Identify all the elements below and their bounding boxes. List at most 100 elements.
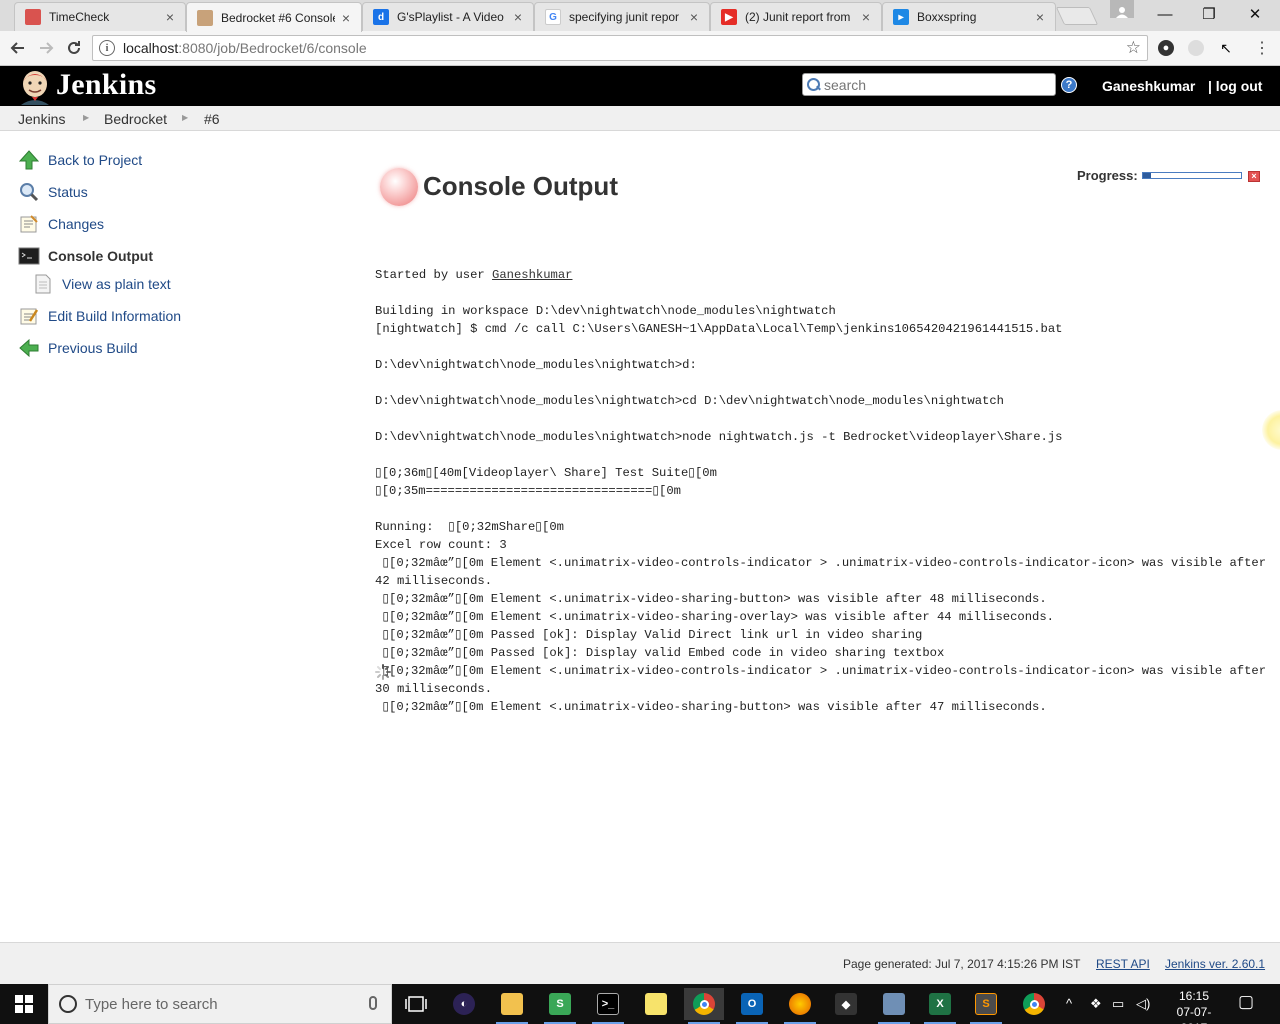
git-icon: ◆ <box>835 993 857 1015</box>
console-line: Running: ▯[0;32mShare▯[0m <box>375 520 564 534</box>
document-icon <box>32 273 54 295</box>
taskbar-search-box[interactable]: Type here to search <box>48 984 392 1024</box>
taskbar-eclipse[interactable]: ◐ <box>444 988 484 1020</box>
taskbar-git[interactable]: ◆ <box>826 988 866 1020</box>
dropbox-icon[interactable]: ❖ <box>1090 996 1102 1012</box>
reload-button[interactable] <box>62 37 86 59</box>
console-line: ▯[0;32mâœ”▯[0m Element <.unimatrix-video… <box>375 664 1267 678</box>
sidebar-item-console-output[interactable]: Console Output <box>18 245 153 267</box>
close-window-button[interactable]: ✕ <box>1232 0 1278 28</box>
browser-tab-strip: TimeCheck × Bedrocket #6 Console × d G's… <box>0 0 1280 32</box>
jenkins-butler-logo-icon[interactable] <box>18 69 52 105</box>
close-tab-icon[interactable]: × <box>163 9 177 25</box>
sidebar-item-status[interactable]: Status <box>18 181 88 203</box>
jenkins-search-box[interactable] <box>802 73 1056 96</box>
search-icon <box>807 77 821 92</box>
extension-disabled-icon[interactable] <box>1188 40 1204 56</box>
user-link[interactable]: Ganeshkumar <box>1102 78 1195 94</box>
minimize-button[interactable]: — <box>1142 0 1188 28</box>
magnifier-icon <box>18 181 40 203</box>
windows-start-button[interactable] <box>0 984 48 1024</box>
close-tab-icon[interactable]: × <box>339 10 353 26</box>
task-view-icon <box>405 996 427 1012</box>
browser-tab-bedrocket-console[interactable]: Bedrocket #6 Console × <box>186 2 362 32</box>
tab-label: Bedrocket #6 Console <box>221 10 335 25</box>
taskbar-excel[interactable]: X <box>920 988 960 1024</box>
windows-taskbar: Type here to search ◐ S >_ O ◆ X S ^ ❖ ▭… <box>0 984 1280 1024</box>
show-hidden-icons-icon[interactable]: ^ <box>1066 996 1072 1011</box>
taskbar-chrome-2[interactable] <box>1014 988 1054 1020</box>
volume-icon[interactable]: ◁) <box>1136 996 1150 1012</box>
jenkins-header: Jenkins ? Ganeshkumar | log out <box>0 66 1280 106</box>
sidebar-item-edit-build-information[interactable]: Edit Build Information <box>18 305 181 327</box>
extension-icon[interactable]: ● <box>1158 40 1174 56</box>
microphone-icon[interactable] <box>369 996 377 1010</box>
progress-label: Progress: <box>1077 168 1138 183</box>
profile-icon[interactable] <box>1110 0 1134 18</box>
maximize-button[interactable]: ❐ <box>1186 0 1232 28</box>
taskbar-outlook[interactable]: O <box>732 988 772 1024</box>
breadcrumb-bedrocket[interactable]: Bedrocket <box>104 111 167 127</box>
system-clock[interactable]: 16:15 07-07-2017 <box>1164 988 1224 1024</box>
extension-cursor-icon[interactable]: ↖ <box>1218 40 1234 56</box>
taskbar-firefox[interactable] <box>780 988 820 1024</box>
chrome-icon <box>693 993 715 1015</box>
sidebar-item-label: Console Output <box>48 248 153 264</box>
console-line: ▯[0;32mâœ”▯[0m Passed [ok]: Display vali… <box>375 646 945 660</box>
help-icon[interactable]: ? <box>1061 77 1077 93</box>
taskbar-sublime-text[interactable]: S <box>966 988 1006 1024</box>
breadcrumb-jenkins[interactable]: Jenkins <box>18 111 65 127</box>
site-info-icon[interactable]: i <box>99 40 115 56</box>
sidebar-item-previous-build[interactable]: Previous Build <box>18 337 138 359</box>
network-icon[interactable]: ▭ <box>1112 996 1124 1012</box>
abort-build-icon[interactable]: × <box>1248 171 1260 182</box>
console-line: ▯[0;35m===============================▯[… <box>375 484 681 498</box>
breadcrumb-build-6[interactable]: #6 <box>204 111 220 127</box>
task-view-button[interactable] <box>396 988 436 1020</box>
google-favicon-icon: G <box>545 9 561 25</box>
console-line: 30 milliseconds. <box>375 682 493 696</box>
taskbar-chrome[interactable] <box>684 988 724 1024</box>
browser-tab-junit-report[interactable]: ▶ (2) Junit report from × <box>710 2 882 31</box>
console-line: ▯[0;32mâœ”▯[0m Element <.unimatrix-video… <box>375 700 1047 714</box>
sublime-text-icon: S <box>975 993 997 1015</box>
sidebar-item-changes[interactable]: Changes <box>18 213 104 235</box>
back-button[interactable] <box>6 37 30 59</box>
taskbar-file-explorer[interactable] <box>492 988 532 1024</box>
taskbar-command-prompt[interactable]: >_ <box>588 988 628 1024</box>
outlook-icon: O <box>741 993 763 1015</box>
new-tab-button[interactable] <box>1055 7 1099 25</box>
console-line: D:\dev\nightwatch\node_modules\nightwatc… <box>375 394 1004 408</box>
logout-link[interactable]: | log out <box>1208 78 1262 94</box>
search-input[interactable] <box>824 76 1044 93</box>
youtube-favicon-icon: ▶ <box>721 9 737 25</box>
close-tab-icon[interactable]: × <box>687 9 701 25</box>
bookmark-star-icon[interactable]: ☆ <box>1126 38 1141 58</box>
rest-api-link[interactable]: REST API <box>1096 957 1150 971</box>
jenkins-version-link[interactable]: Jenkins ver. 2.60.1 <box>1165 957 1265 971</box>
browser-tab-timecheck[interactable]: TimeCheck × <box>14 2 186 31</box>
forward-button[interactable] <box>34 37 58 59</box>
sidebar-item-label: Changes <box>48 216 105 232</box>
browser-tab-boxxspring[interactable]: ▸ Boxxspring × <box>882 2 1056 31</box>
close-tab-icon[interactable]: × <box>1033 9 1047 25</box>
taskbar-remote-desktop[interactable] <box>874 988 914 1024</box>
browser-tab-specifying-junit[interactable]: G specifying junit repor × <box>534 2 710 31</box>
taskbar-sticky-notes[interactable] <box>636 988 676 1020</box>
remote-desktop-icon <box>883 993 905 1015</box>
sidebar-item-view-plain-text[interactable]: View as plain text <box>32 273 171 295</box>
address-bar[interactable]: i localhost:8080/job/Bedrocket/6/console… <box>92 35 1148 61</box>
sidebar-item-back-to-project[interactable]: Back to Project <box>18 149 142 171</box>
action-center-icon[interactable]: ▢ <box>1238 992 1254 1012</box>
taskbar-snagit[interactable]: S <box>540 988 580 1024</box>
chrome-menu-icon[interactable]: ⋮ <box>1254 40 1270 57</box>
browser-tab-gsplaylist[interactable]: d G'sPlaylist - A Video P × <box>362 2 534 31</box>
notepad-icon <box>18 213 40 235</box>
jenkins-title[interactable]: Jenkins <box>56 68 156 102</box>
snagit-icon: S <box>549 993 571 1015</box>
close-tab-icon[interactable]: × <box>511 9 525 25</box>
started-by-user-link[interactable]: Ganeshkumar <box>492 268 572 282</box>
close-tab-icon[interactable]: × <box>859 9 873 25</box>
